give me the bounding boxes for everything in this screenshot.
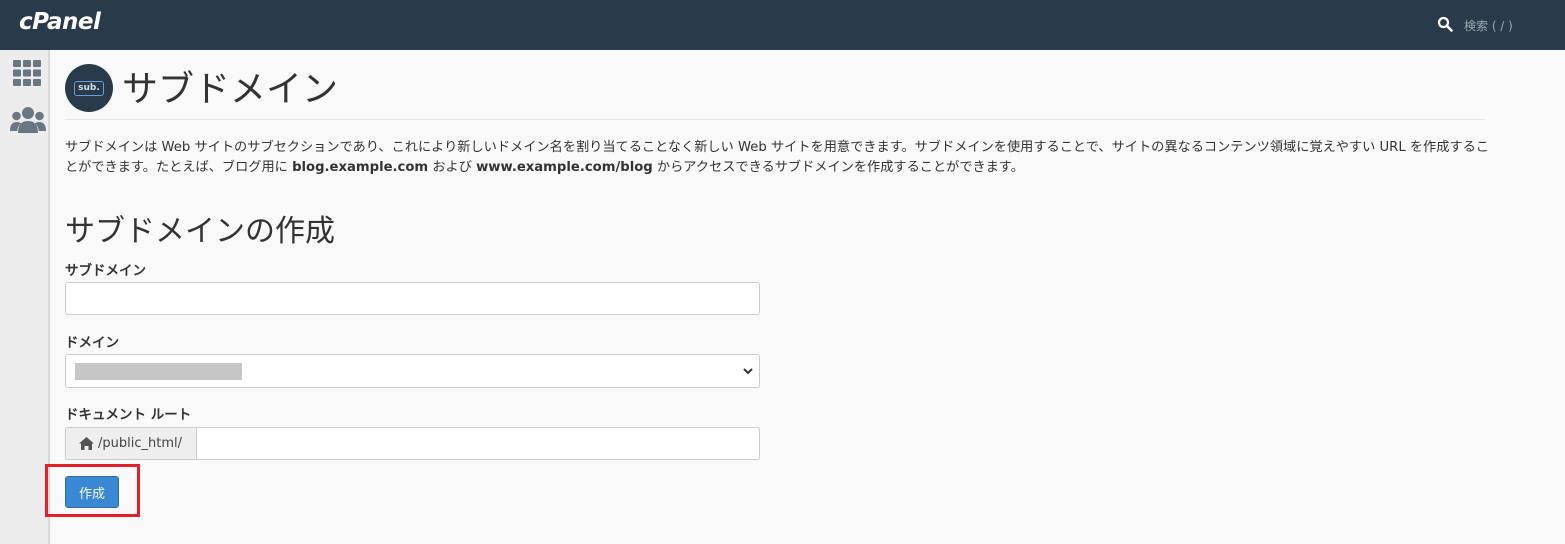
description-text: からアクセスできるサブドメインを作成することができます。 bbox=[652, 160, 1024, 175]
chevron-down-icon bbox=[743, 368, 753, 375]
page-title: サブドメイン bbox=[122, 69, 339, 110]
sidebar bbox=[0, 50, 50, 544]
redacted-domain-value bbox=[75, 363, 242, 380]
search-input[interactable]: 検索 ( / ) bbox=[1464, 17, 1513, 34]
subdomain-icon: sub. bbox=[65, 64, 113, 112]
title-divider bbox=[65, 119, 1485, 120]
top-bar: cPanel 検索 ( / ) bbox=[0, 0, 1565, 50]
document-root-group: /public_html/ bbox=[65, 427, 760, 460]
subdomain-icon-label: sub. bbox=[74, 81, 104, 96]
description-example-subdomain: blog.example.com bbox=[292, 160, 429, 175]
section-title: サブドメインの作成 bbox=[65, 214, 335, 249]
search-icon[interactable] bbox=[1437, 16, 1453, 32]
document-root-prefix-text: /public_html/ bbox=[98, 436, 182, 451]
description-text: および bbox=[428, 160, 477, 175]
subdomain-input[interactable] bbox=[65, 282, 760, 315]
domain-label: ドメイン bbox=[65, 335, 119, 351]
document-root-input[interactable] bbox=[196, 427, 760, 460]
page-description: サブドメインは Web サイトのサブセクションであり、これにより新しいドメイン名… bbox=[65, 138, 1490, 178]
document-root-label: ドキュメント ルート bbox=[65, 407, 192, 423]
subdomain-label: サブドメイン bbox=[65, 263, 146, 279]
domain-select[interactable] bbox=[65, 354, 760, 388]
highlight-annotation bbox=[45, 464, 140, 517]
users-icon[interactable] bbox=[10, 106, 46, 134]
document-root-prefix: /public_html/ bbox=[65, 427, 197, 460]
description-example-path: www.example.com/blog bbox=[476, 160, 653, 175]
home-icon bbox=[79, 437, 94, 450]
cpanel-logo[interactable]: cPanel bbox=[19, 9, 101, 35]
grid-icon[interactable] bbox=[13, 60, 41, 86]
